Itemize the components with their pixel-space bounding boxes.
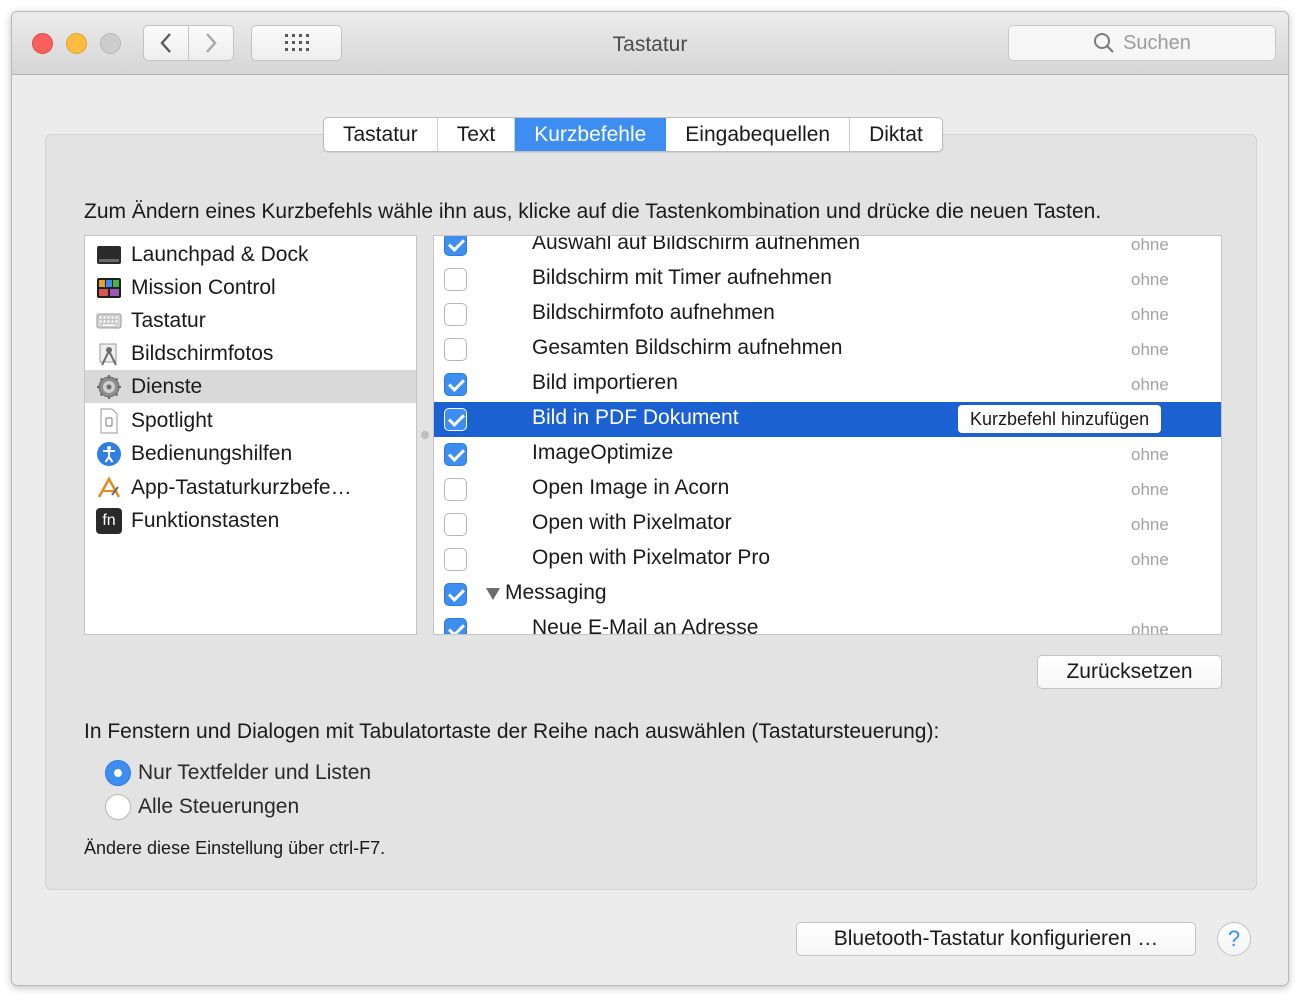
service-row[interactable]: Bildschirmfoto aufnehmen ohne	[434, 297, 1221, 332]
category-label: Mission Control	[131, 275, 276, 299]
tab-navigation-hint: Ändere diese Einstellung über ctrl-F7.	[84, 838, 386, 858]
service-checkbox[interactable]	[444, 443, 467, 466]
search-icon	[1094, 33, 1114, 53]
tab-text[interactable]: Text	[438, 118, 516, 151]
shortcut-value[interactable]: ohne	[1131, 480, 1169, 500]
search-placeholder: Suchen	[1123, 31, 1191, 54]
spotlight-icon	[96, 408, 122, 434]
shortcut-value[interactable]: ohne	[1131, 305, 1169, 325]
category-label: Launchpad & Dock	[131, 242, 309, 266]
fn-key-icon: fn	[96, 507, 122, 534]
tab-tastatur[interactable]: Tastatur	[324, 118, 438, 151]
category-dienste[interactable]: Dienste	[85, 370, 416, 403]
tab-navigation-label: In Fenstern und Dialogen mit Tabulatorta…	[84, 720, 940, 743]
title-bar: Tastatur Suchen	[12, 12, 1288, 75]
search-field[interactable]: Suchen	[1008, 25, 1276, 61]
reset-button[interactable]: Zurücksetzen	[1037, 655, 1222, 689]
service-row[interactable]: ImageOptimize ohne	[434, 437, 1221, 472]
service-checkbox[interactable]	[444, 548, 467, 571]
service-group-row[interactable]: Messaging	[434, 577, 1221, 612]
category-bildschirmfotos[interactable]: Bildschirmfotos	[85, 337, 416, 370]
instruction-text: Zum Ändern eines Kurzbefehls wähle ihn a…	[84, 200, 1102, 223]
accessibility-icon	[96, 441, 122, 467]
service-checkbox[interactable]	[444, 618, 467, 634]
category-app-shortcuts[interactable]: App-Tastaturkurzbefe…	[85, 471, 416, 504]
category-mission-control[interactable]: Mission Control	[85, 271, 416, 304]
app-shortcuts-icon	[96, 475, 122, 501]
radio-label: Alle Steuerungen	[138, 795, 300, 818]
tab-diktat[interactable]: Diktat	[850, 118, 942, 151]
launchpad-dock-icon	[96, 242, 122, 268]
split-view-divider[interactable]	[421, 431, 429, 439]
tab-bar: Tastatur Text Kurzbefehle Eingabequellen…	[323, 117, 943, 152]
service-checkbox[interactable]	[444, 373, 467, 396]
category-label: Funktionstasten	[131, 508, 280, 532]
shortcut-value[interactable]: ohne	[1131, 620, 1169, 634]
tab-kurzbefehle[interactable]: Kurzbefehle	[515, 118, 667, 151]
shortcut-value[interactable]: ohne	[1131, 375, 1169, 395]
category-launchpad-dock[interactable]: Launchpad & Dock	[85, 238, 416, 271]
gear-icon	[96, 374, 122, 400]
disclosure-triangle-icon[interactable]	[486, 588, 500, 600]
mission-control-icon	[96, 275, 122, 301]
category-label: Tastatur	[131, 308, 206, 332]
shortcut-value[interactable]: ohne	[1131, 270, 1169, 290]
category-tastatur[interactable]: Tastatur	[85, 304, 416, 337]
shortcut-value[interactable]: ohne	[1131, 236, 1169, 255]
preferences-window: Tastatur Suchen Tastatur Text Kurzbefehl…	[11, 11, 1289, 986]
radio-button[interactable]	[105, 794, 131, 820]
service-row[interactable]: Open with Pixelmator Pro ohne	[434, 542, 1221, 577]
category-spotlight[interactable]: Spotlight	[85, 404, 416, 437]
shortcut-value[interactable]: ohne	[1131, 550, 1169, 570]
category-label: Spotlight	[131, 408, 213, 432]
category-list[interactable]: Launchpad & Dock Mission Control Tastatu…	[84, 235, 417, 635]
radio-all-controls[interactable]: Alle Steuerungen	[105, 792, 299, 822]
service-checkbox[interactable]	[444, 268, 467, 291]
radio-button-selected[interactable]	[105, 760, 131, 786]
service-row[interactable]: Open Image in Acorn ohne	[434, 472, 1221, 507]
service-row-selected[interactable]: Bild in PDF Dokument Kurzbefehl hinzufüg…	[434, 402, 1221, 437]
service-checkbox[interactable]	[444, 338, 467, 361]
add-shortcut-button[interactable]: Kurzbefehl hinzufügen	[958, 405, 1162, 433]
category-label: Dienste	[131, 374, 203, 398]
help-button[interactable]: ?	[1217, 922, 1251, 956]
bluetooth-keyboard-button[interactable]: Bluetooth-Tastatur konfigurieren …	[796, 922, 1196, 956]
tab-eingabequellen[interactable]: Eingabequellen	[666, 118, 851, 151]
keyboard-icon	[96, 308, 122, 334]
service-row[interactable]: Bildschirm mit Timer aufnehmen ohne	[434, 262, 1221, 297]
service-row[interactable]: Neue E-Mail an Adresse ohne	[434, 612, 1221, 634]
service-checkbox[interactable]	[444, 513, 467, 536]
category-bedienungshilfen[interactable]: Bedienungshilfen	[85, 437, 416, 470]
service-checkbox[interactable]	[444, 303, 467, 326]
service-checkbox[interactable]	[444, 408, 467, 431]
service-checkbox[interactable]	[444, 478, 467, 501]
service-checkbox[interactable]	[444, 236, 467, 256]
service-list[interactable]: Auswahl auf Bildschirm aufnehmen ohne Bi…	[433, 235, 1222, 635]
category-label: Bedienungshilfen	[131, 441, 293, 465]
category-label: Bildschirmfotos	[131, 341, 274, 365]
service-row[interactable]: Auswahl auf Bildschirm aufnehmen ohne	[434, 236, 1221, 262]
category-funktionstasten[interactable]: fn Funktionstasten	[85, 504, 416, 537]
shortcut-value[interactable]: ohne	[1131, 445, 1169, 465]
group-checkbox[interactable]	[444, 583, 467, 606]
category-label: App-Tastaturkurzbefe…	[131, 475, 352, 499]
radio-text-fields-lists[interactable]: Nur Textfelder und Listen	[105, 758, 371, 788]
service-row[interactable]: Gesamten Bildschirm aufnehmen ohne	[434, 332, 1221, 367]
screenshot-icon	[96, 341, 122, 367]
radio-label: Nur Textfelder und Listen	[138, 761, 372, 784]
shortcut-value[interactable]: ohne	[1131, 515, 1169, 535]
service-row[interactable]: Open with Pixelmator ohne	[434, 507, 1221, 542]
shortcut-value[interactable]: ohne	[1131, 340, 1169, 360]
service-row[interactable]: Bild importieren ohne	[434, 367, 1221, 402]
